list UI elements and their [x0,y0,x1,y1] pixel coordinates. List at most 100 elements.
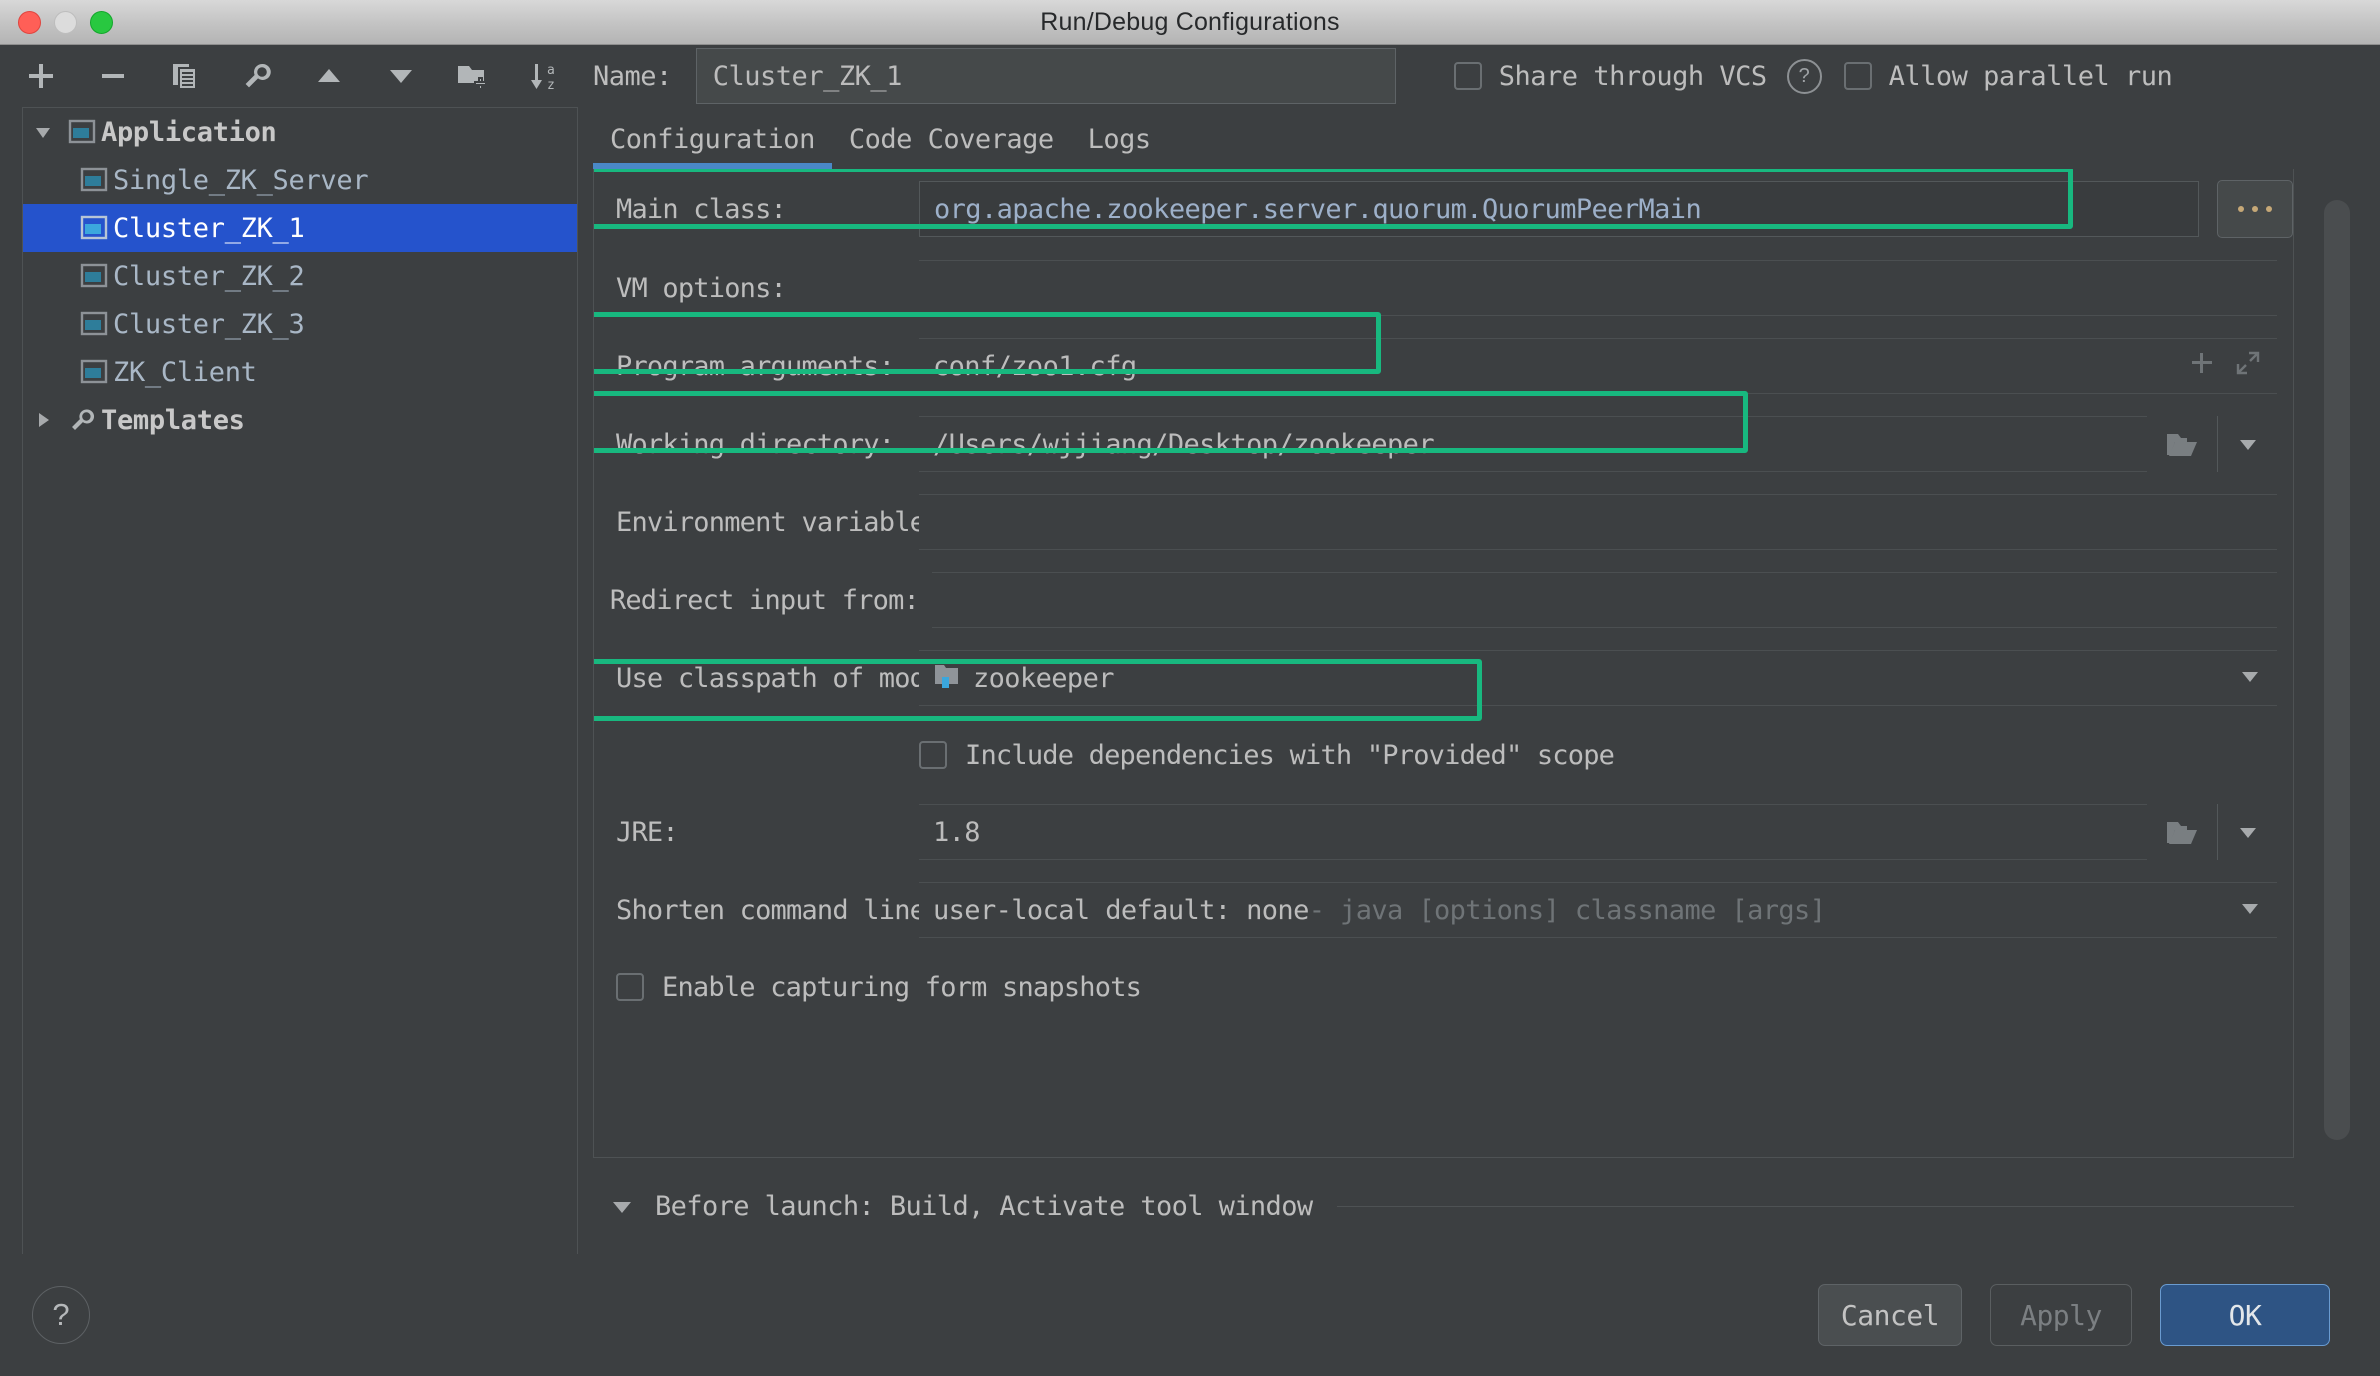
config-icon [75,213,113,243]
working-directory-label: Working directory: [616,429,894,460]
expand-collapse-icon[interactable] [23,121,63,143]
config-icon [75,261,113,291]
program-arguments-label: Program arguments: [616,351,894,382]
redirect-input-checkbox[interactable]: Redirect input from: [593,585,919,616]
add-icon[interactable] [22,57,60,95]
tab-logs[interactable]: Logs [1071,124,1168,169]
program-arguments-value: conf/zoo1.cfg [933,351,1137,382]
checkbox-box[interactable] [1454,62,1482,90]
enable-snapshots-checkbox[interactable]: Enable capturing form snapshots [616,972,1141,1003]
tree-node-cluster-zk-2[interactable]: Cluster_ZK_2 [23,252,577,300]
checkbox-box[interactable] [919,741,947,769]
main-class-row: Main class: org.apache.zookeeper.server.… [594,169,2293,249]
expand-collapse-icon[interactable] [23,409,63,431]
config-icon [75,357,113,387]
vm-options-input[interactable] [919,260,2277,316]
svg-text:a: a [547,63,555,78]
tab-code-coverage[interactable]: Code Coverage [832,124,1071,169]
shorten-command-line-row: Shorten command line: user-local default… [594,871,2293,949]
run-debug-configurations-dialog: Run/Debug Configurations [0,0,2380,1376]
chevron-down-icon[interactable] [2239,663,2261,694]
checkbox-box[interactable] [616,973,644,1001]
checkbox-box[interactable] [1844,62,1872,90]
program-arguments-input[interactable]: conf/zoo1.cfg [919,338,2277,394]
copy-icon[interactable] [166,57,204,95]
redirect-input-label: Redirect input from: [610,585,919,616]
use-classpath-combobox[interactable]: zookeeper [919,650,2277,706]
tree-node-label: Single_ZK_Server [113,165,368,196]
cancel-button[interactable]: Cancel [1818,1284,1962,1346]
before-launch-divider [1337,1206,2294,1207]
tab-configuration[interactable]: Configuration [593,124,832,169]
environment-variables-input[interactable] [919,494,2277,550]
main-class-input[interactable]: org.apache.zookeeper.server.quorum.Quoru… [919,181,2199,237]
apply-button[interactable]: Apply [1990,1284,2132,1346]
wrench-icon[interactable] [238,57,276,95]
share-through-vcs-checkbox[interactable]: Share through VCS [1454,61,1767,92]
expand-add-icon[interactable] [2189,350,2215,383]
shorten-command-line-label: Shorten command line: [616,895,941,926]
module-icon [933,661,961,696]
jre-dropdown-button[interactable] [2217,804,2277,860]
share-through-vcs-label: Share through VCS [1499,61,1767,92]
move-down-icon[interactable] [382,57,420,95]
vm-options-label: VM options: [616,273,786,304]
top-right-options: Share through VCS ? Allow parallel run [1454,59,2172,94]
move-up-icon[interactable] [310,57,348,95]
working-directory-dropdown-button[interactable] [2217,416,2277,472]
tree-node-zk-client[interactable]: ZK_Client [23,348,577,396]
browse-main-class-button[interactable] [2217,180,2293,238]
remove-icon[interactable] [94,57,132,95]
environment-variables-row: Environment variables: [594,483,2293,561]
tree-node-application[interactable]: Application [23,108,577,156]
environment-variables-label: Environment variables: [616,507,956,538]
ok-button[interactable]: OK [2160,1284,2330,1346]
configurations-tree[interactable]: Application Single_ZK_Server [22,107,578,1254]
dialog-buttons: Cancel Apply OK [578,1254,2380,1376]
tree-node-single-zk-server[interactable]: Single_ZK_Server [23,156,577,204]
chevron-down-icon[interactable] [2239,895,2261,926]
vm-options-row: VM options: [594,249,2293,327]
sort-alphabetically-icon[interactable]: a z [526,57,564,95]
use-classpath-row: Use classpath of module: zookeeper [594,639,2293,717]
shorten-command-line-combobox[interactable]: user-local default: none - java [options… [919,882,2277,938]
include-provided-checkbox[interactable]: Include dependencies with "Provided" sco… [919,740,1614,771]
form-vertical-scrollbar[interactable] [2324,200,2350,1140]
shorten-command-line-hint: - java [options] classname [args] [1309,895,1826,926]
help-circle-icon[interactable]: ? [1787,59,1822,94]
allow-parallel-run-checkbox[interactable]: Allow parallel run [1844,61,2173,92]
window-title: Run/Debug Configurations [0,8,2380,37]
tree-node-label: Cluster_ZK_1 [113,213,304,244]
close-window-button[interactable] [18,11,41,34]
maximize-window-button[interactable] [90,11,113,34]
new-folder-icon[interactable] [454,57,492,95]
working-directory-row: Working directory: /Users/wjjiang/Deskto… [594,405,2293,483]
jre-input[interactable]: 1.8 [919,804,2147,860]
minimize-window-button[interactable] [54,11,77,34]
before-launch-label: Before launch: Build, Activate tool wind… [655,1191,1313,1222]
title-bar: Run/Debug Configurations [0,0,2380,45]
browse-working-directory-button[interactable] [2147,416,2217,472]
tree-node-templates[interactable]: Templates [23,396,577,444]
tree-node-label: Templates [101,405,245,436]
include-provided-row: Include dependencies with "Provided" sco… [594,717,2293,793]
name-input[interactable]: Cluster_ZK_1 [696,48,1396,104]
working-directory-input[interactable]: /Users/wjjiang/Desktop/zookeeper [919,416,2147,472]
tree-node-cluster-zk-3[interactable]: Cluster_ZK_3 [23,300,577,348]
jre-label: JRE: [616,817,678,848]
name-row: Name: Cluster_ZK_1 Share through VCS ? A… [578,45,2380,107]
tree-node-cluster-zk-1[interactable]: Cluster_ZK_1 [23,204,577,252]
tree-node-label: Cluster_ZK_3 [113,309,304,340]
expand-editor-icon[interactable] [2235,350,2261,383]
tree-node-label: Cluster_ZK_2 [113,261,304,292]
enable-snapshots-label: Enable capturing form snapshots [662,972,1141,1003]
use-classpath-value: zookeeper [973,663,1114,694]
dot [2252,206,2258,212]
dot [2238,206,2244,212]
before-launch-section[interactable]: Before launch: Build, Activate tool wind… [578,1158,2294,1254]
browse-jre-button[interactable] [2147,804,2217,860]
right-panel: Name: Cluster_ZK_1 Share through VCS ? A… [578,45,2380,1376]
redirect-input-field[interactable] [932,572,2277,628]
help-button[interactable]: ? [32,1286,90,1344]
before-launch-collapse-icon[interactable] [609,1193,635,1219]
